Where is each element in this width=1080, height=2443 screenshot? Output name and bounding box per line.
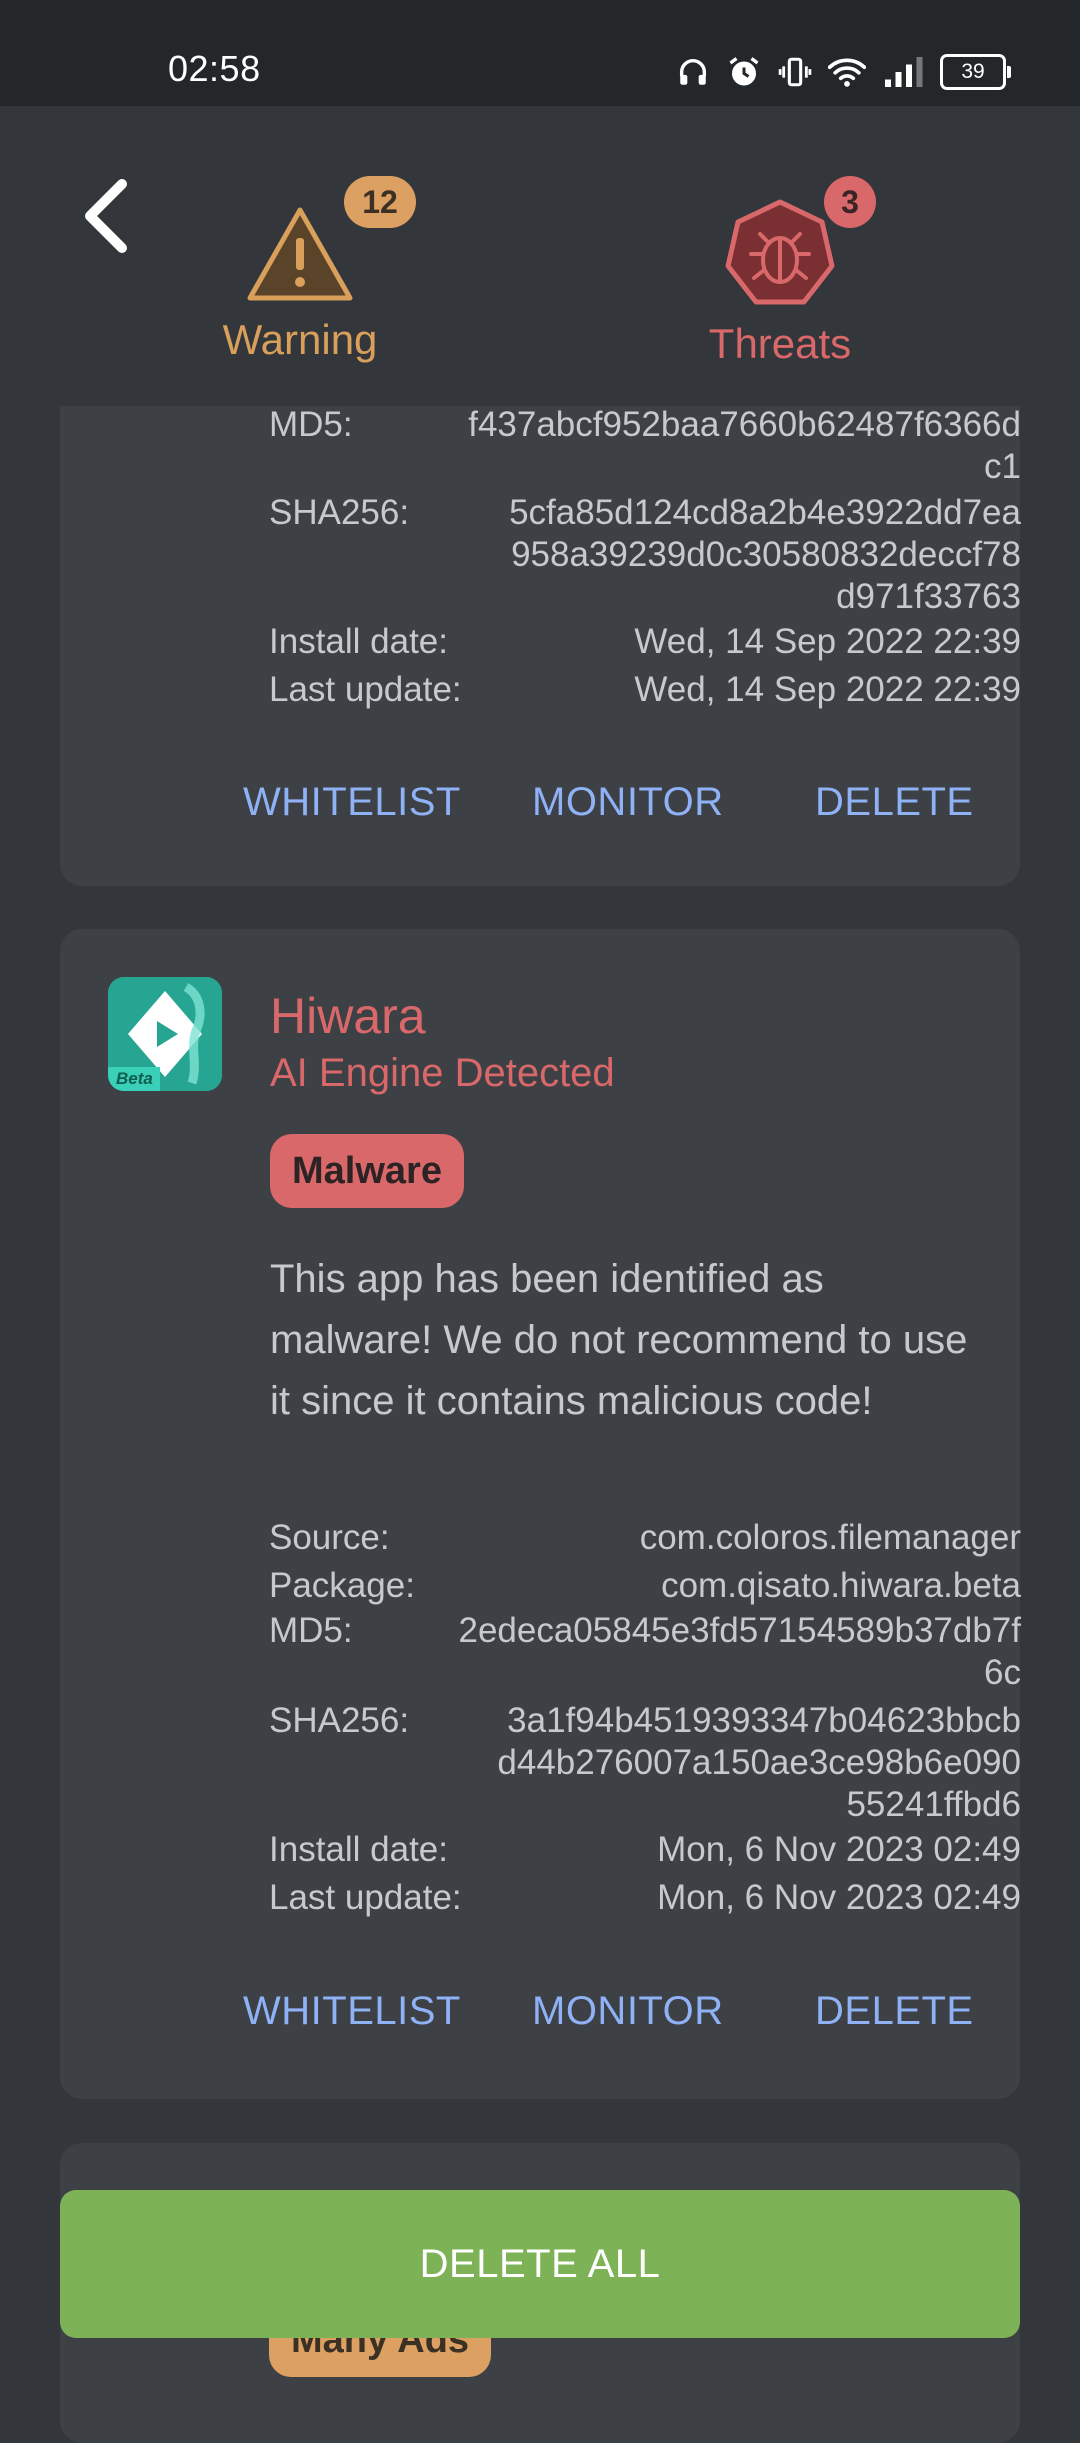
install-date-value: Mon, 6 Nov 2023 02:49 (657, 1830, 1021, 1869)
last-update-row: Last update: Mon, 6 Nov 2023 02:49 (269, 1874, 1021, 1922)
card1-details: MD5: f437abcf952baa7660b62487f6366d c1 S… (269, 404, 1021, 714)
delete-button[interactable]: DELETE (815, 780, 974, 825)
app-name: Hiwara (270, 988, 426, 1044)
source-row: Source: com.coloros.filemanager (269, 1514, 1021, 1562)
sha256-value: 5cfa85d124cd8a2b4e3922dd7ea 958a39239d0c… (509, 493, 1021, 616)
last-update-value: Mon, 6 Nov 2023 02:49 (657, 1878, 1021, 1917)
last-update-row: Last update: Wed, 14 Sep 2022 22:39 (269, 666, 1021, 714)
threat-card-previous: MD5: f437abcf952baa7660b62487f6366d c1 S… (60, 340, 1021, 886)
app-icon-beta-label: Beta (116, 1069, 153, 1088)
delete-all-button[interactable]: DELETE ALL (60, 2190, 1020, 2338)
signal-icon (885, 57, 923, 87)
headphones-icon (679, 59, 707, 85)
monitor-button[interactable]: MONITOR (532, 1989, 724, 2034)
md5-row: MD5: 2edeca05845e3fd57154589b37db7f 6c (269, 1611, 1021, 1692)
delete-button[interactable]: DELETE (815, 1989, 974, 2034)
package-row: Package: com.qisato.hiwara.beta (269, 1562, 1021, 1610)
detection-source: AI Engine Detected (270, 1051, 615, 1095)
vibrate-icon (778, 57, 812, 87)
monitor-button[interactable]: MONITOR (532, 780, 724, 825)
warning-count-badge: 12 (344, 176, 416, 228)
md5-value: f437abcf952baa7660b62487f6366d c1 (468, 405, 1021, 486)
threats-summary[interactable]: 3 Threats (690, 176, 876, 368)
status-time: 02:58 (168, 48, 261, 89)
last-update-value: Wed, 14 Sep 2022 22:39 (634, 670, 1021, 709)
battery-icon: 39 (940, 54, 1011, 90)
md5-row: MD5: f437abcf952baa7660b62487f6366d c1 (269, 405, 1021, 486)
card1-actions: WHITELIST MONITOR DELETE (60, 780, 1020, 840)
bug-heptagon-icon (725, 199, 835, 305)
threats-count-badge: 3 (824, 176, 876, 228)
alarm-icon (729, 57, 759, 86)
threat-description: This app has been identified as malware!… (270, 1257, 968, 1423)
warning-summary[interactable]: 12 Warning (210, 176, 416, 364)
sha256-value: 3a1f94b4519393347b04623bbcb d44b276007a1… (497, 1701, 1021, 1824)
card2-actions: WHITELIST MONITOR DELETE (60, 1989, 1020, 2049)
install-date-row: Install date: Wed, 14 Sep 2022 22:39 (269, 618, 1021, 666)
wifi-icon (828, 58, 866, 87)
whitelist-button[interactable]: WHITELIST (243, 1989, 461, 2034)
package-value: com.qisato.hiwara.beta (661, 1566, 1021, 1605)
malware-tag: Malware (270, 1134, 464, 1208)
threat-card-hiwara: Beta Hiwara AI Engine Detected Malware T… (60, 929, 1021, 2099)
sha256-row: SHA256: 5cfa85d124cd8a2b4e3922dd7ea 958a… (269, 493, 1021, 616)
scan-summary-header: 12 Warning 3 Threats (0, 106, 1080, 406)
md5-value: 2edeca05845e3fd57154589b37db7f 6c (458, 1611, 1021, 1692)
status-icons: 39 (676, 52, 1011, 92)
install-date-row: Install date: Mon, 6 Nov 2023 02:49 (269, 1826, 1021, 1874)
warning-triangle-icon (247, 207, 353, 301)
status-bar: 02:58 39 (0, 0, 1080, 106)
back-arrow-icon[interactable] (78, 176, 134, 256)
threats-label: Threats (708, 320, 852, 367)
source-value: com.coloros.filemanager (639, 1518, 1021, 1557)
sha256-row: SHA256: 3a1f94b4519393347b04623bbcb d44b… (269, 1701, 1021, 1824)
card2-details: Source: com.coloros.filemanager Package:… (269, 1514, 1021, 1922)
install-date-value: Wed, 14 Sep 2022 22:39 (634, 622, 1021, 661)
warning-label: Warning (222, 316, 378, 363)
app-icon: Beta (108, 977, 222, 1091)
whitelist-button[interactable]: WHITELIST (243, 780, 461, 825)
